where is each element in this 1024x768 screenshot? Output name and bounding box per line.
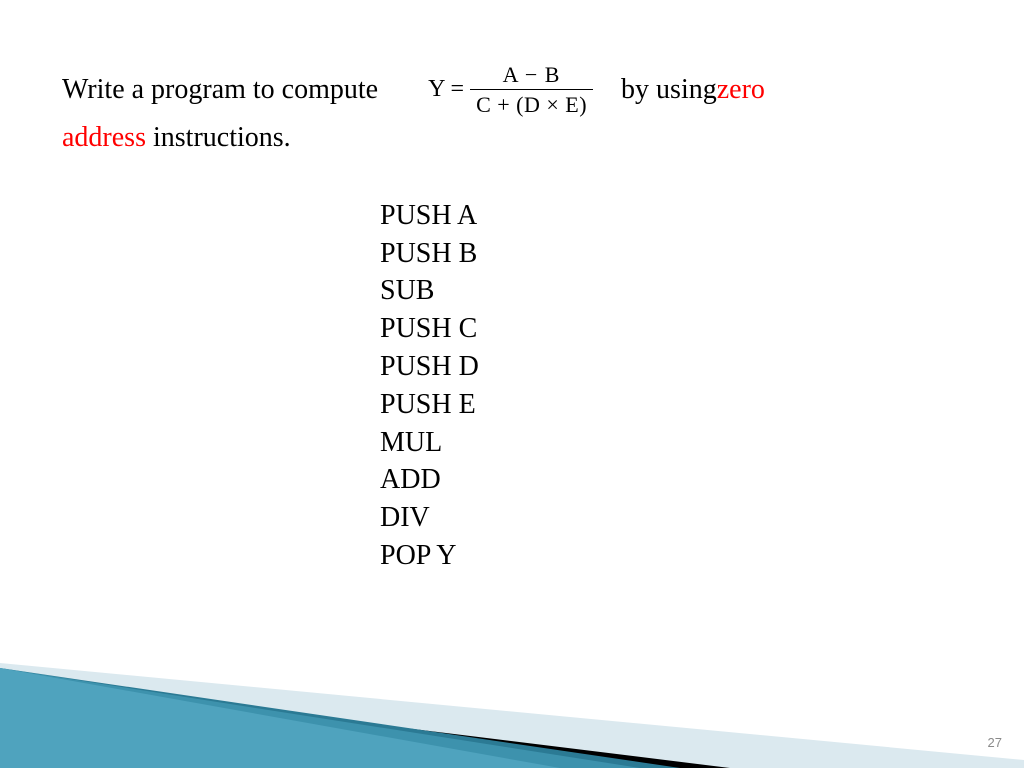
question-prompt: Write a program to compute Y = A − B C +… <box>62 62 962 157</box>
instruction-line: DIV <box>380 499 962 537</box>
formula: Y = A − B C + (D × E) <box>428 62 593 118</box>
slide-content: Write a program to compute Y = A − B C +… <box>0 0 1024 575</box>
formula-lhs: Y = <box>428 73 464 107</box>
prompt-part3: instructions. <box>146 122 291 153</box>
prompt-highlight-zero: zero <box>717 70 765 109</box>
instruction-line: PUSH B <box>380 235 962 273</box>
formula-denominator: C + (D × E) <box>470 89 593 117</box>
prompt-part2: by using <box>621 70 717 109</box>
instruction-line: POP Y <box>380 537 962 575</box>
instruction-line: ADD <box>380 461 962 499</box>
instruction-line: PUSH A <box>380 197 962 235</box>
page-number: 27 <box>988 735 1002 750</box>
instruction-line: MUL <box>380 424 962 462</box>
instruction-list: PUSH A PUSH B SUB PUSH C PUSH D PUSH E M… <box>380 197 962 575</box>
instruction-line: PUSH E <box>380 386 962 424</box>
slide-decoration <box>0 608 1024 768</box>
prompt-highlight-address: address <box>62 122 146 153</box>
instruction-line: SUB <box>380 272 962 310</box>
prompt-part1: Write a program to compute <box>62 70 378 109</box>
formula-fraction: A − B C + (D × E) <box>470 62 593 118</box>
instruction-line: PUSH C <box>380 310 962 348</box>
instruction-line: PUSH D <box>380 348 962 386</box>
formula-numerator: A − B <box>493 62 571 89</box>
